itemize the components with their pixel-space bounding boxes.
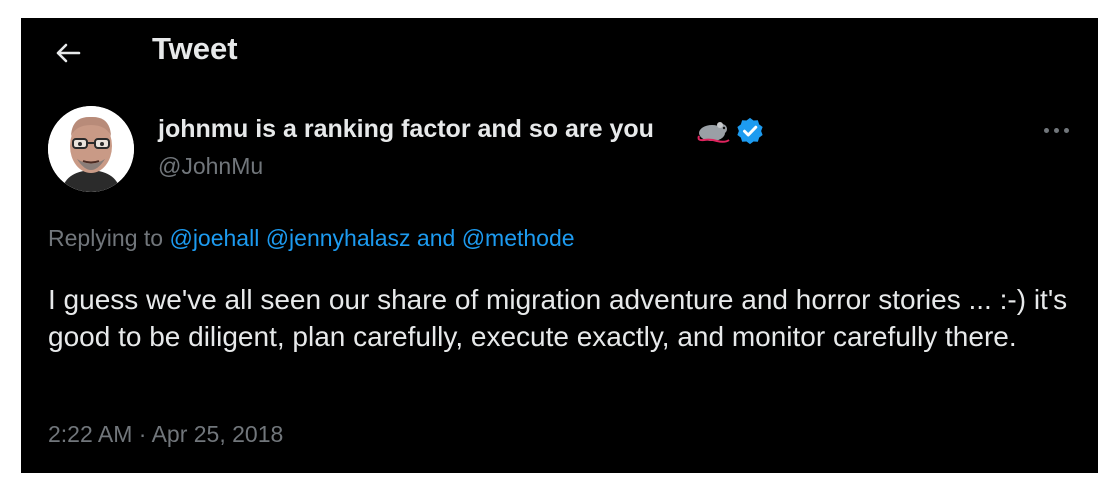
page-header: Tweet	[21, 18, 1098, 86]
mention-link[interactable]: @methode	[462, 225, 575, 251]
mention-link[interactable]: @jennyhalasz	[266, 225, 411, 251]
rat-emoji-icon	[697, 122, 730, 143]
tweet-time[interactable]: 2:22 AM	[48, 421, 132, 447]
avatar-image	[48, 106, 134, 192]
avatar[interactable]	[48, 106, 134, 192]
tweet-date[interactable]: Apr 25, 2018	[152, 421, 284, 447]
author-handle[interactable]: @JohnMu	[158, 153, 263, 180]
tweet-timestamp: 2:22 AM · Apr 25, 2018	[48, 421, 283, 448]
back-button[interactable]	[51, 36, 85, 70]
author-name[interactable]: johnmu is a ranking factor and so are yo…	[158, 115, 654, 144]
timestamp-separator: ·	[138, 421, 147, 447]
more-horizontal-icon	[1053, 127, 1059, 133]
tweet-page: Tweet johnmu is a ranking factor and so …	[21, 18, 1098, 473]
arrow-left-icon	[56, 43, 81, 63]
mention-conjunction[interactable]: and	[417, 225, 455, 251]
more-horizontal-icon	[1043, 127, 1049, 133]
more-options-button[interactable]	[1036, 118, 1076, 142]
reply-prefix: Replying to	[48, 225, 164, 251]
verified-badge-icon[interactable]	[735, 116, 765, 146]
reply-context: Replying to @joehall @jennyhalasz and @m…	[48, 225, 575, 252]
mention-link[interactable]: @joehall	[169, 225, 259, 251]
more-horizontal-icon	[1063, 127, 1069, 133]
page-title: Tweet	[152, 31, 238, 66]
tweet-text: I guess we've all seen our share of migr…	[48, 284, 1068, 352]
